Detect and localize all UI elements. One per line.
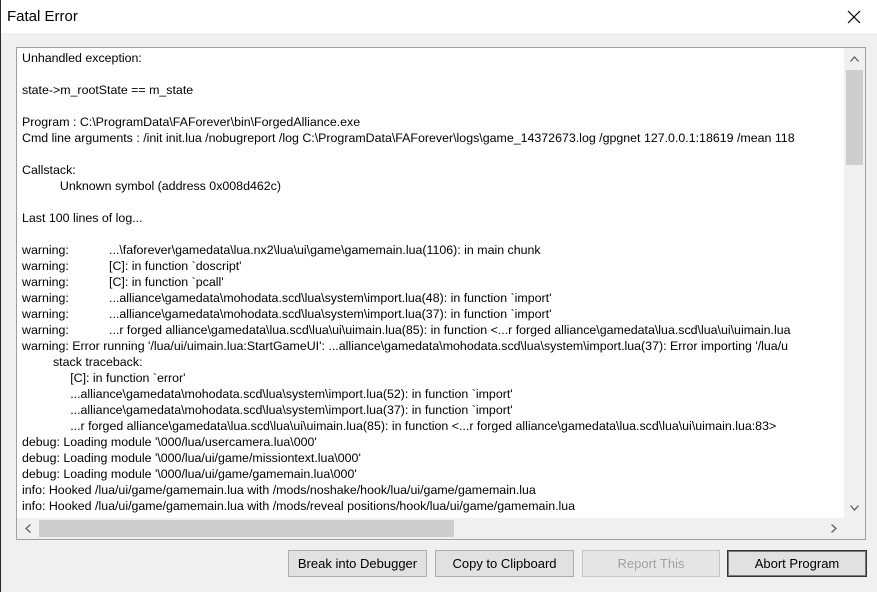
log-line: warning: [C]: in function `pcall' — [22, 274, 843, 290]
log-level: warning: — [22, 275, 69, 289]
log-line: info: Hooked /lua/ui/game/gamemain.lua w… — [22, 483, 536, 497]
scroll-left-icon[interactable] — [17, 518, 38, 539]
log-message: ...r forged alliance\gamedata\lua.scd\lu… — [109, 323, 791, 337]
log-level: warning: — [22, 243, 69, 257]
break-into-debugger-button[interactable]: Break into Debugger — [288, 550, 427, 577]
log-line: info: Hooked /lua/ui/game/gamemain.lua w… — [22, 499, 576, 513]
log-line: ...alliance\gamedata\mohodata.scd\lua\sy… — [22, 403, 513, 417]
log-line: state->m_rootState == m_state — [22, 83, 194, 97]
log-line: Last 100 lines of log... — [22, 211, 143, 225]
log-line: Unhandled exception: — [22, 51, 142, 65]
log-level: warning: — [22, 323, 69, 337]
window-title: Fatal Error — [7, 8, 78, 25]
log-message: [C]: in function `doscript' — [109, 259, 242, 273]
log-line: debug: Loading module '\000/lua/usercame… — [22, 435, 317, 449]
title-bar: Fatal Error — [1, 0, 877, 33]
log-line: warning: ...r forged alliance\gamedata\lu… — [22, 322, 843, 338]
fatal-error-dialog: Fatal Error Unhandled exception: state->m… — [0, 0, 877, 592]
horizontal-scroll-thumb[interactable] — [39, 520, 454, 537]
log-line: debug: Loading module '\000/lua/ui/game/… — [22, 451, 361, 465]
log-line: warning: [C]: in function `doscript' — [22, 258, 843, 274]
scroll-up-icon[interactable] — [844, 48, 865, 69]
copy-to-clipboard-button[interactable]: Copy to Clipboard — [435, 550, 574, 577]
log-line: Cmd line arguments : /init init.lua /nob… — [22, 131, 795, 145]
close-icon — [847, 10, 861, 23]
abort-program-button[interactable]: Abort Program — [727, 550, 867, 577]
log-line: ...alliance\gamedata\mohodata.scd\lua\sy… — [22, 387, 513, 401]
log-line: Program : C:\ProgramData\FAForever\bin\F… — [22, 115, 361, 129]
log-line: stack traceback: — [22, 355, 143, 369]
log-line: warning: ...\faforever\gamedata\lua.nx2\l… — [22, 242, 843, 258]
log-line: Unknown symbol (address 0x008d462c) — [22, 179, 281, 193]
log-message: ...\faforever\gamedata\lua.nx2\lua\ui\ga… — [109, 243, 541, 257]
vertical-scroll-thumb[interactable] — [846, 70, 863, 165]
log-message: ...alliance\gamedata\mohodata.scd\lua\sy… — [109, 307, 552, 321]
log-level: warning: — [22, 307, 69, 321]
log-message: ...alliance\gamedata\mohodata.scd\lua\sy… — [109, 291, 552, 305]
log-message: [C]: in function `pcall' — [109, 275, 224, 289]
vertical-scrollbar[interactable] — [844, 48, 865, 518]
report-this-button[interactable]: Report This — [582, 550, 720, 577]
log-line: [C]: in function `error' — [22, 371, 186, 385]
log-line: Callstack: — [22, 163, 76, 177]
error-log-textbox[interactable]: Unhandled exception: state->m_rootState =… — [16, 47, 866, 540]
scroll-right-icon[interactable] — [823, 518, 844, 539]
log-content: Unhandled exception: state->m_rootState =… — [22, 50, 843, 517]
log-line: warning: ...alliance\gamedata\mohodata.sc… — [22, 290, 843, 306]
scrollbar-corner — [844, 518, 865, 539]
log-level: warning: — [22, 259, 69, 273]
close-button[interactable] — [831, 0, 877, 33]
log-level: warning: — [22, 291, 69, 305]
horizontal-scrollbar[interactable] — [17, 518, 844, 539]
log-line: debug: Loading module '\000/lua/ui/game/… — [22, 467, 357, 481]
log-line: warning: ...alliance\gamedata\mohodata.sc… — [22, 306, 843, 322]
log-line: ...r forged alliance\gamedata\lua.scd\lu… — [22, 419, 777, 433]
scroll-down-icon[interactable] — [844, 497, 865, 518]
log-line: warning: Error running '/lua/ui/uimain.l… — [22, 339, 789, 353]
